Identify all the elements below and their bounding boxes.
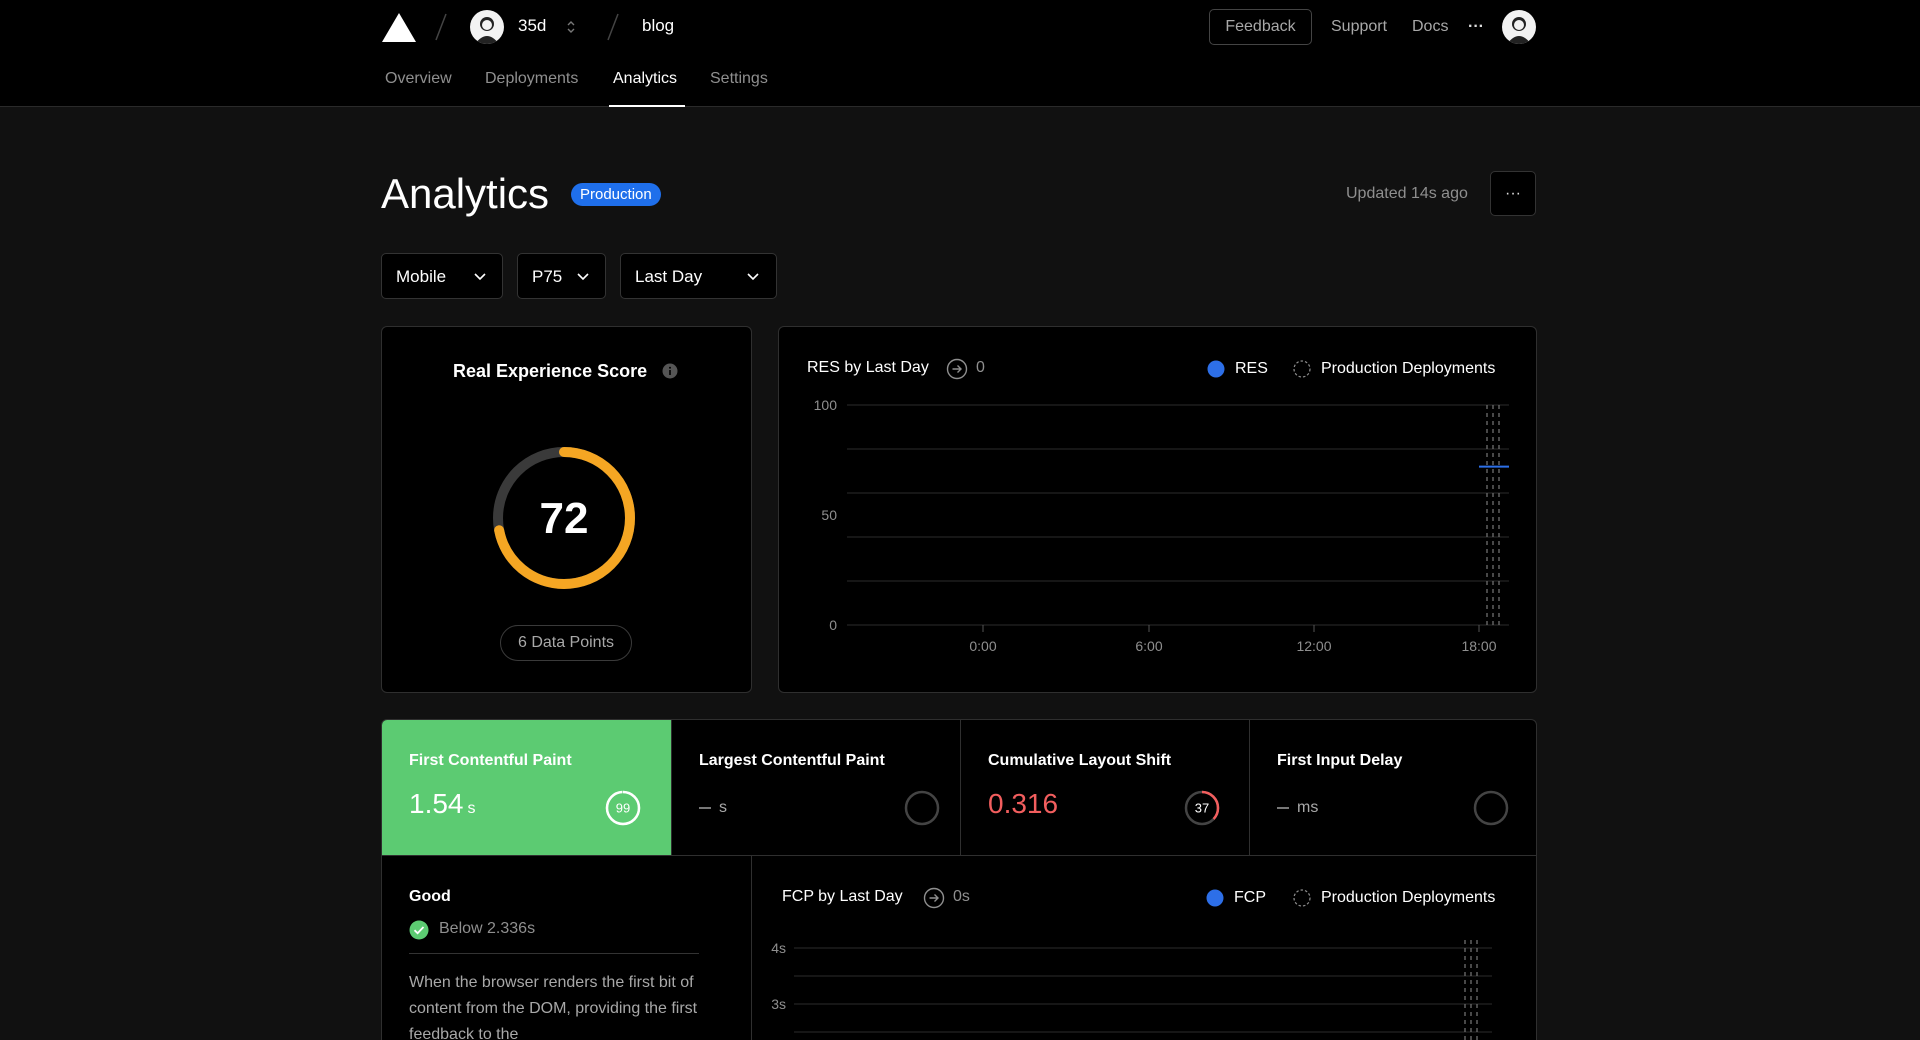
fcp-line-chart[interactable]: 4s 3s: [752, 926, 1536, 1040]
metric-fcp[interactable]: First Contentful Paint 1.54 s 99: [382, 720, 672, 855]
x-tick-label: 18:00: [1461, 638, 1496, 654]
page-more-button[interactable]: ···: [1490, 171, 1536, 216]
x-tick-label: 12:00: [1296, 638, 1331, 654]
res-legend-swatch: [1207, 360, 1225, 378]
metric-fid[interactable]: First Input Delay ms: [1250, 720, 1536, 855]
metric-fcp-value: 1.54 s: [409, 788, 476, 820]
data-points-pill: 6 Data Points: [500, 625, 632, 661]
top-nav: 35d blog Feedback Support Docs ··· Overv…: [0, 0, 1920, 107]
support-link[interactable]: Support: [1331, 18, 1387, 36]
project-name[interactable]: 35d: [518, 16, 546, 36]
x-tick-label: 0:00: [969, 638, 996, 654]
metric-cls-title: Cumulative Layout Shift: [988, 752, 1172, 769]
metric-fid-title: First Input Delay: [1277, 752, 1403, 769]
y-tick-label: 4s: [771, 940, 786, 956]
arrow-right-circle-icon: [923, 887, 945, 909]
more-menu-icon[interactable]: ···: [1468, 18, 1484, 36]
metric-fcp-unit: s: [467, 800, 476, 817]
breadcrumb-separator-icon: [435, 13, 447, 41]
metric-cls-score: 37: [1195, 801, 1209, 816]
metric-lcp-unit: s: [719, 799, 727, 816]
fcp-legend-swatch: [1206, 889, 1224, 907]
deployments-legend-swatch: [1293, 360, 1311, 378]
device-select[interactable]: Mobile: [381, 253, 503, 299]
info-icon[interactable]: [662, 363, 678, 379]
user-avatar[interactable]: [1502, 10, 1536, 44]
metric-fcp-title: First Contentful Paint: [409, 752, 572, 769]
tab-settings[interactable]: Settings: [710, 70, 768, 88]
percentile-select-value: P75: [532, 267, 563, 286]
repo-name[interactable]: blog: [642, 16, 674, 36]
docs-link[interactable]: Docs: [1412, 18, 1448, 36]
metric-fcp-score: 99: [616, 801, 630, 816]
res-delta: 0: [976, 359, 985, 376]
metric-fid-unit: ms: [1297, 799, 1319, 816]
arrow-right-circle-icon: [946, 358, 968, 380]
rating-label: Good: [409, 888, 451, 905]
vercel-logo-icon[interactable]: [382, 13, 416, 42]
fcp-chart-card: FCP by Last Day 0s FCP Production Deploy…: [751, 855, 1537, 1040]
tab-analytics[interactable]: Analytics: [613, 70, 677, 88]
metric-lcp-title: Largest Contentful Paint: [699, 752, 885, 769]
fcp-delta: 0s: [953, 888, 970, 905]
chevron-down-icon: [747, 273, 759, 281]
res-legend-label[interactable]: RES: [1235, 360, 1268, 378]
detail-divider: [409, 953, 699, 954]
tab-overview[interactable]: Overview: [385, 70, 452, 88]
tab-deployments[interactable]: Deployments: [485, 70, 578, 88]
y-tick-label: 50: [821, 507, 837, 523]
range-select[interactable]: Last Day: [620, 253, 777, 299]
page-title: Analytics: [381, 170, 550, 217]
score-value: 72: [540, 494, 589, 543]
fcp-legend-label[interactable]: FCP: [1234, 889, 1266, 907]
percentile-select[interactable]: P75: [517, 253, 606, 299]
metric-lcp[interactable]: Largest Contentful Paint s: [672, 720, 961, 855]
res-chart-card: RES by Last Day 0 RES Production Deploym…: [778, 326, 1537, 693]
metric-lcp-value: s: [699, 799, 727, 817]
deployments-legend-swatch: [1293, 889, 1311, 907]
metrics-strip: First Contentful Paint 1.54 s 99 Largest …: [381, 719, 1537, 856]
device-select-value: Mobile: [396, 267, 447, 286]
res-chart-title: RES by Last Day: [807, 359, 929, 376]
chevron-down-icon: [577, 273, 589, 281]
empty-value-dash: [1277, 806, 1289, 809]
metric-fid-score-ring: [1473, 790, 1509, 826]
feedback-button[interactable]: Feedback: [1209, 9, 1312, 45]
range-select-value: Last Day: [635, 267, 703, 286]
y-tick-label: 0: [829, 617, 837, 633]
metric-cls-value: 0.316: [988, 788, 1059, 819]
metric-fcp-number: 1.54: [409, 788, 464, 819]
breadcrumb-separator-icon: [607, 13, 619, 41]
active-tab-indicator: [609, 105, 685, 107]
score-gauge: 72: [493, 447, 635, 589]
score-card-title: Real Experience Score: [453, 361, 648, 381]
metric-cls-score-ring: 37: [1184, 790, 1220, 826]
metric-fcp-score-ring: 99: [605, 790, 641, 826]
metric-description: When the browser renders the first bit o…: [409, 974, 698, 1040]
deployments-legend-label[interactable]: Production Deployments: [1321, 360, 1495, 378]
environment-badge: Production: [571, 183, 661, 206]
fcp-chart-title: FCP by Last Day: [782, 888, 903, 905]
team-avatar[interactable]: [470, 10, 504, 44]
metric-fid-value: ms: [1277, 799, 1318, 817]
y-tick-label: 100: [814, 397, 838, 413]
res-line-chart[interactable]: 0 50 100 0:00 6:00 12:00 18:00: [779, 397, 1536, 687]
deployments-legend-label[interactable]: Production Deployments: [1321, 889, 1495, 907]
score-card: Real Experience Score 72 6 Data Points: [381, 326, 752, 693]
y-tick-label: 3s: [771, 996, 786, 1012]
chevron-down-icon: [474, 273, 486, 281]
updated-timestamp: Updated 14s ago: [1346, 185, 1468, 202]
metric-lcp-score-ring: [904, 790, 940, 826]
x-tick-label: 6:00: [1135, 638, 1162, 654]
empty-value-dash: [699, 806, 711, 809]
metric-cls[interactable]: Cumulative Layout Shift 0.316 37: [961, 720, 1250, 855]
project-switcher-icon[interactable]: [565, 19, 577, 35]
check-circle-icon: [409, 920, 429, 940]
rating-threshold: Below 2.336s: [439, 920, 536, 937]
